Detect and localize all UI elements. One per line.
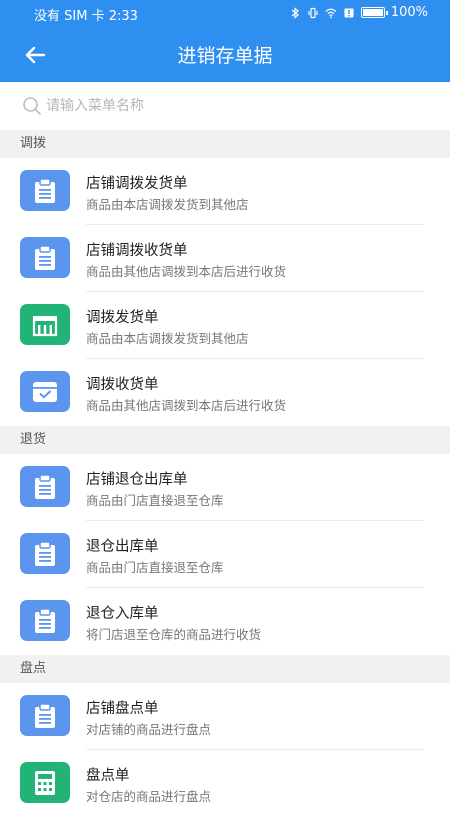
item-description: 对店铺的商品进行盘点	[86, 722, 212, 737]
list-item[interactable]: 店铺盘点单 对店铺的商品进行盘点	[0, 683, 450, 750]
nav-bar: 进销存单据	[0, 28, 450, 82]
item-description: 商品由本店调拨发货到其他店	[86, 197, 249, 212]
item-title: 退仓入库单	[86, 606, 159, 622]
store-icon	[20, 304, 70, 345]
item-description: 商品由本店调拨发货到其他店	[86, 331, 249, 346]
section-header-inventory: 盘点	[0, 655, 450, 683]
wifi-icon	[325, 8, 337, 18]
item-description: 商品由门店直接退至仓库	[86, 493, 224, 508]
list-item[interactable]: 店铺调拨发货单 商品由本店调拨发货到其他店	[0, 158, 450, 225]
clipboard-icon	[20, 695, 70, 736]
search-icon	[23, 97, 41, 115]
app-header: 没有 SIM 卡 2:33 100% 进销存单据	[0, 0, 450, 82]
list-item[interactable]: 店铺退仓出库单 商品由门店直接退至仓库	[0, 454, 450, 521]
clipboard-icon	[20, 237, 70, 278]
item-description: 商品由门店直接退至仓库	[86, 560, 224, 575]
bluetooth-icon	[291, 6, 299, 19]
clipboard-icon	[20, 170, 70, 211]
status-bar: 没有 SIM 卡 2:33 100%	[0, 0, 450, 28]
list-item[interactable]: 盘点单 对仓店的商品进行盘点	[0, 750, 450, 817]
item-description: 将门店退至仓库的商品进行收货	[86, 627, 262, 642]
list-item[interactable]: 退仓入库单 将门店退至仓库的商品进行收货	[0, 588, 450, 655]
page-title: 进销存单据	[177, 45, 273, 67]
item-description: 商品由其他店调拨到本店后进行收货	[86, 264, 287, 279]
list-item[interactable]: 调拨发货单 商品由本店调拨发货到其他店	[0, 292, 450, 359]
calculator-icon	[20, 762, 70, 803]
search-input[interactable]	[46, 94, 426, 118]
alert-icon	[344, 8, 354, 17]
item-title: 店铺退仓出库单	[86, 472, 188, 488]
inbox-check-icon	[20, 371, 70, 412]
item-title: 盘点单	[86, 768, 130, 784]
item-title: 店铺调拨发货单	[86, 176, 188, 192]
list-item[interactable]: 退仓出库单 商品由门店直接退至仓库	[0, 521, 450, 588]
section-header-return: 退货	[0, 426, 450, 454]
list-item[interactable]: 店铺调拨收货单 商品由其他店调拨到本店后进行收货	[0, 225, 450, 292]
search-bar	[0, 82, 450, 130]
list-item[interactable]: 调拨收货单 商品由其他店调拨到本店后进行收货	[0, 359, 450, 426]
battery-icon	[360, 7, 388, 18]
item-title: 退仓出库单	[86, 539, 159, 555]
item-title: 店铺调拨收货单	[86, 243, 188, 259]
carrier-time: 没有 SIM 卡 2:33	[34, 9, 138, 24]
section-header-transfer: 调拨	[0, 130, 450, 158]
vibrate-icon	[308, 7, 318, 18]
clipboard-icon	[20, 600, 70, 641]
clipboard-icon	[20, 466, 70, 507]
item-description: 商品由其他店调拨到本店后进行收货	[86, 398, 287, 413]
item-title: 调拨发货单	[86, 310, 159, 326]
item-description: 对仓店的商品进行盘点	[86, 789, 212, 804]
menu-list: 调拨 店铺调拨发货单 商品由本店调拨发货到其他店 店铺调拨收货单 商品由其他店调…	[0, 130, 450, 817]
clipboard-icon	[20, 533, 70, 574]
battery-percent: 100%	[390, 5, 428, 20]
item-title: 店铺盘点单	[86, 701, 159, 717]
item-title: 调拨收货单	[86, 377, 159, 393]
status-icons: 100%	[289, 5, 428, 20]
